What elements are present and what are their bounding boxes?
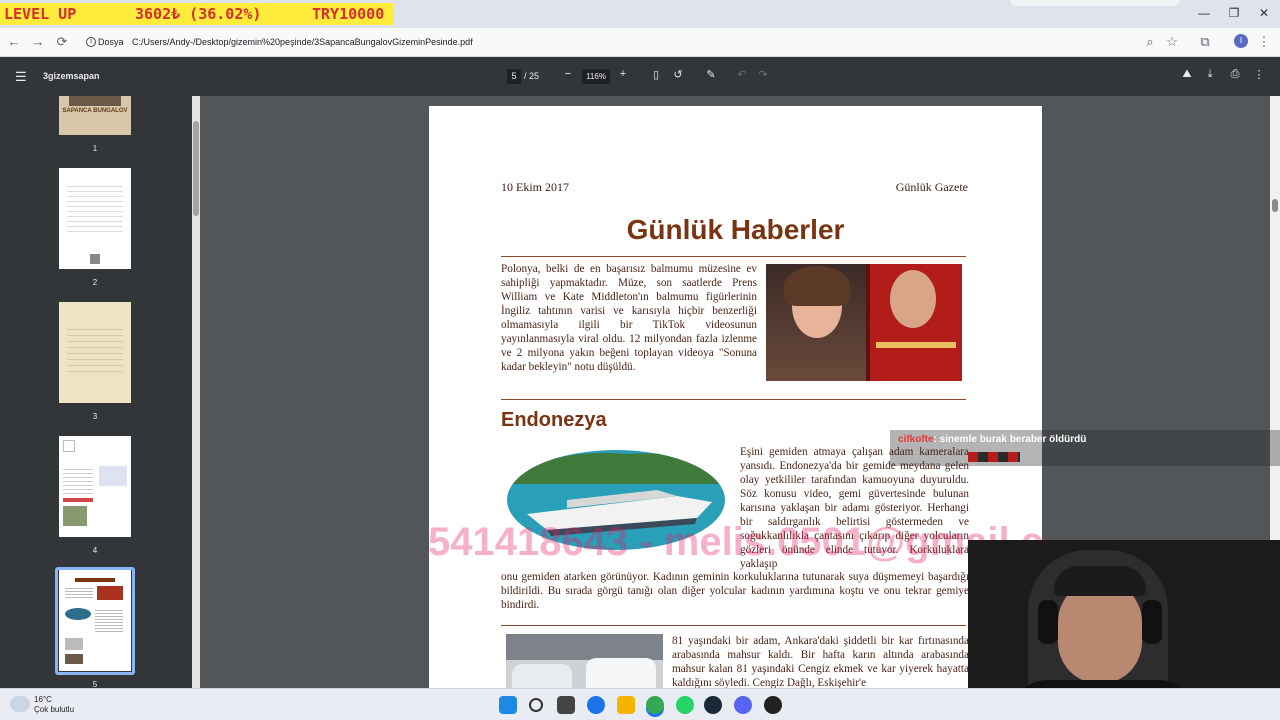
- chrome-icon[interactable]: [646, 696, 664, 714]
- browser-tab-bar: LEVEL UP 3602₺ (36.02%) TRY10000 — ❐ ✕: [0, 0, 1280, 28]
- article-indonesia-continued: onu gemiden atarken görünüyor. Kadının g…: [501, 571, 969, 611]
- annotate-icon[interactable]: ✎: [703, 68, 719, 81]
- url-field[interactable]: i Dosya C:/Users/Andy-/Desktop/gizemin%2…: [84, 32, 1184, 53]
- search-icon[interactable]: [529, 698, 543, 712]
- weather-temperature[interactable]: 16°C: [34, 695, 52, 704]
- back-icon[interactable]: ←: [5, 33, 23, 51]
- hamburger-menu-icon[interactable]: ☰: [15, 69, 27, 85]
- browser-tab[interactable]: [1010, 0, 1180, 6]
- divider: [501, 399, 966, 400]
- print-icon[interactable]: ⎙: [1227, 68, 1243, 81]
- thumbnail-page-1[interactable]: SAPANCA BUNGALOV: [59, 96, 131, 135]
- discord-icon[interactable]: [734, 696, 752, 714]
- zoom-in-icon[interactable]: +: [615, 68, 631, 80]
- site-info-label: Dosya: [98, 37, 124, 47]
- bookmark-star-icon[interactable]: ☆: [1163, 33, 1181, 51]
- thumbnail-page-2[interactable]: [59, 168, 131, 269]
- thumbnail-page-3[interactable]: [59, 302, 131, 403]
- thumbnail-page-5[interactable]: [59, 570, 131, 671]
- info-icon: i: [86, 37, 96, 47]
- minimize-icon[interactable]: —: [1194, 6, 1214, 20]
- article-snowstorm: 81 yaşındaki bir adam, Ankara'daki şidde…: [672, 635, 969, 688]
- zoom-icon[interactable]: ⌕: [1141, 33, 1159, 51]
- steam-icon[interactable]: [704, 696, 722, 714]
- close-icon[interactable]: ✕: [1254, 6, 1274, 20]
- thumbnail-number: 4: [92, 546, 98, 555]
- thumbnail-cover-title: SAPANCA BUNGALOV: [62, 108, 128, 114]
- windows-taskbar: 16°C Çok bulutlu: [0, 688, 1280, 720]
- chat-text: : sinemle burak beraber öldürdü: [933, 434, 1087, 445]
- extensions-icon[interactable]: ⧉: [1196, 33, 1214, 51]
- start-icon[interactable]: [499, 696, 517, 714]
- snowstorm-car-photo: [506, 634, 663, 688]
- undo-icon[interactable]: ↶: [734, 68, 750, 81]
- site-info-chip[interactable]: i Dosya: [84, 32, 124, 53]
- chat-message: cifkofte: sinemle burak beraber öldürdü: [898, 434, 1086, 445]
- reload-icon[interactable]: ⟳: [53, 33, 71, 51]
- fit-page-icon[interactable]: ▯: [648, 68, 664, 81]
- rotate-icon[interactable]: ↺: [670, 68, 686, 81]
- maximize-icon[interactable]: ❐: [1224, 6, 1244, 20]
- whatsapp-icon[interactable]: [676, 696, 694, 714]
- donation-amount: 3602₺ (36.02%): [135, 5, 262, 23]
- divider: [501, 256, 966, 257]
- obs-icon[interactable]: [764, 696, 782, 714]
- thumbnail-page-4[interactable]: [59, 436, 131, 537]
- stream-donation-banner: LEVEL UP 3602₺ (36.02%) TRY10000: [0, 3, 393, 25]
- document-title: 3gizemsapan: [43, 71, 100, 81]
- thumbnail-number: 3: [92, 412, 98, 421]
- edge-icon[interactable]: [587, 696, 605, 714]
- drive-save-icon[interactable]: ⛰: [1179, 68, 1195, 81]
- wax-figures-photo: [766, 264, 962, 381]
- task-view-icon[interactable]: [557, 696, 575, 714]
- zoom-input[interactable]: 116%: [582, 69, 610, 84]
- newspaper-name: Günlük Gazete: [895, 180, 968, 194]
- zoom-out-icon[interactable]: −: [560, 68, 576, 80]
- page-headline: Günlük Haberler: [626, 214, 845, 245]
- thumbnail-number: 2: [92, 278, 98, 287]
- profile-avatar[interactable]: I: [1234, 34, 1248, 48]
- section-heading: Endonezya: [501, 409, 607, 431]
- forward-icon[interactable]: →: [29, 33, 47, 51]
- url-text: C:/Users/Andy-/Desktop/gizemin%20peşinde…: [132, 37, 473, 47]
- watermark-text: 541418643 - melis.0501@gmail.com: [428, 520, 1048, 564]
- cloud-icon: [10, 696, 30, 712]
- level-up-label: LEVEL UP: [4, 5, 77, 23]
- browser-menu-icon[interactable]: ⋮: [1255, 33, 1273, 51]
- pdf-page: 10 Ekim 2017 Günlük Gazete Günlük Haberl…: [429, 106, 1042, 688]
- chat-username: cifkofte: [898, 434, 934, 445]
- thumbnail-number: 5: [92, 680, 98, 688]
- stream-chat-overlay: cifkofte: sinemle burak beraber öldürdü: [890, 430, 1280, 466]
- more-options-icon[interactable]: ⋮: [1251, 68, 1267, 81]
- thumbnail-number: 1: [92, 144, 98, 153]
- address-bar-row: ← → ⟳ i Dosya C:/Users/Andy-/Desktop/giz…: [0, 28, 1280, 57]
- pdf-toolbar: ☰ 3gizemsapan 5 / 25 − 116% + ▯ ↺ ✎ ↶ ↷ …: [0, 57, 1280, 96]
- article-date: 10 Ekim 2017: [501, 180, 569, 194]
- divider: [501, 625, 966, 626]
- download-icon[interactable]: ⤓: [1202, 68, 1218, 81]
- article-wax-museum: Polonya, belki de en başarısız balmumu m…: [501, 263, 757, 373]
- thumbnail-sidebar: SAPANCA BUNGALOV 1 2 3 4 5: [0, 96, 193, 688]
- page-number-input[interactable]: 5: [507, 69, 521, 84]
- redo-icon[interactable]: ↷: [755, 68, 771, 81]
- donation-goal: TRY10000: [312, 5, 385, 23]
- sidebar-scrollbar[interactable]: [192, 96, 200, 688]
- weather-description[interactable]: Çok bulutlu: [34, 705, 74, 714]
- file-explorer-icon[interactable]: [617, 696, 635, 714]
- page-total: / 25: [524, 71, 540, 81]
